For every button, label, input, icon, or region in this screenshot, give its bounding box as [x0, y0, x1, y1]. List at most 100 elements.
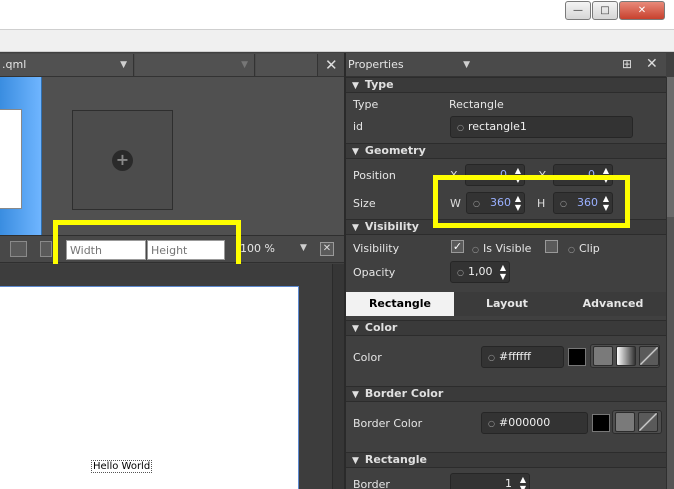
form-editor-canvas[interactable]: Hello World [0, 264, 344, 489]
chevron-down-icon[interactable]: ▼ [300, 243, 307, 253]
add-item-box[interactable]: + [72, 110, 173, 210]
opacity-label: Opacity [353, 266, 396, 279]
gradient-button[interactable] [616, 346, 636, 366]
section-rectangle[interactable]: ▼ Rectangle [346, 452, 666, 468]
close-panel-icon[interactable]: ✕ [646, 56, 658, 72]
snapping-icon[interactable] [10, 241, 27, 257]
clip-label: Clip [578, 242, 600, 255]
properties-title: Properties [348, 58, 404, 71]
clip-checkbox[interactable] [545, 240, 558, 253]
tab-layout[interactable]: Layout [454, 292, 560, 316]
section-title: Border Color [364, 387, 444, 400]
binding-dot-icon: ○ [488, 419, 495, 428]
spin-arrows-icon[interactable]: ▲ ▼ [520, 475, 526, 489]
section-title: Rectangle [364, 453, 427, 466]
is-visible-option[interactable]: ○ Is Visible [472, 242, 531, 255]
color-value: #ffffff [498, 350, 531, 363]
properties-combo[interactable]: Properties ▼ [346, 54, 476, 76]
document-bar: .qml ▼ ▼ ✕ [0, 53, 344, 77]
type-value: Rectangle [449, 98, 504, 111]
section-border-color[interactable]: ▼ Border Color [346, 386, 666, 402]
section-type[interactable]: ▼ Type [346, 77, 666, 93]
collapse-triangle-icon: ▼ [352, 147, 359, 157]
border-color-value: #000000 [498, 416, 551, 429]
type-label: Type [353, 98, 379, 111]
opacity-spinbox[interactable]: ○ 1,00 ▲ ▼ [450, 261, 510, 283]
binding-dot-icon: ○ [472, 245, 479, 254]
menubar [0, 30, 674, 52]
border-value: 1 [505, 477, 512, 489]
maximize-button[interactable]: □ [592, 1, 618, 20]
binding-dot-icon: ○ [457, 268, 464, 277]
zoom-level[interactable]: 100 % [240, 242, 275, 255]
collapse-triangle-icon: ▼ [352, 223, 359, 233]
close-document-icon[interactable]: ✕ [325, 56, 338, 74]
size-label: Size [353, 197, 376, 210]
minimize-button[interactable]: — [565, 1, 591, 20]
section-title: Type [364, 78, 394, 91]
symbol-combo[interactable]: ▼ [135, 54, 255, 76]
empty-combo [256, 54, 318, 76]
plus-icon[interactable]: + [112, 150, 133, 171]
file-combo-label: .qml [2, 58, 27, 71]
id-label: id [353, 120, 364, 133]
border-color-mode-buttons [612, 410, 662, 434]
is-visible-label: Is Visible [482, 242, 532, 255]
properties-header: Properties ▼ ⊞ ✕ [346, 53, 666, 77]
binding-dot-icon: ○ [488, 353, 495, 362]
border-color-field[interactable]: ○ #000000 [481, 412, 588, 434]
selected-item-thumbnail[interactable] [0, 77, 42, 235]
chevron-down-icon: ▼ [241, 60, 248, 70]
solid-color-button[interactable] [593, 346, 613, 366]
properties-scrollbar[interactable] [666, 77, 674, 489]
tab-rectangle[interactable]: Rectangle [346, 292, 454, 316]
window-titlebar: — □ ✕ [0, 0, 674, 30]
tab-advanced[interactable]: Advanced [560, 292, 666, 316]
item-library-area: + [0, 77, 344, 235]
visibility-label: Visibility [353, 242, 400, 255]
properties-tabs: Rectangle Layout Advanced [346, 292, 666, 316]
is-visible-checkbox[interactable]: ✓ [451, 240, 464, 253]
no-color-button[interactable] [639, 346, 659, 366]
chevron-down-icon: ▼ [120, 60, 127, 70]
color-mode-buttons [590, 344, 660, 368]
solid-color-button[interactable] [615, 412, 635, 432]
close-window-button[interactable]: ✕ [619, 1, 665, 20]
chevron-down-icon: ▼ [463, 60, 470, 70]
border-spinbox[interactable]: 1 ▲ ▼ [450, 473, 530, 489]
border-label: Border [353, 478, 390, 489]
id-value: rectangle1 [467, 120, 527, 133]
collapse-triangle-icon: ▼ [352, 390, 359, 400]
color-field[interactable]: ○ #ffffff [481, 346, 564, 368]
spin-arrows-icon[interactable]: ▲ ▼ [500, 263, 506, 281]
binding-dot-icon: ○ [568, 245, 575, 254]
id-field[interactable]: ○ rectangle1 [450, 116, 633, 138]
collapse-triangle-icon: ▼ [352, 324, 359, 334]
border-color-swatch[interactable] [592, 414, 610, 432]
close-icon[interactable]: ✕ [320, 242, 334, 256]
color-icon[interactable] [40, 241, 52, 257]
scrollbar-thumb[interactable] [667, 77, 674, 217]
collapse-triangle-icon: ▼ [352, 456, 359, 466]
item-preview [0, 109, 22, 209]
canvas-scrollbar[interactable] [332, 264, 344, 489]
size-fields-highlight [433, 175, 630, 228]
collapse-triangle-icon: ▼ [352, 81, 359, 91]
panel-splitter[interactable] [344, 53, 346, 489]
position-label: Position [353, 169, 396, 182]
section-color[interactable]: ▼ Color [346, 320, 666, 336]
border-color-label: Border Color [353, 417, 423, 430]
binding-dot-icon: ○ [457, 123, 464, 132]
section-title: Color [364, 321, 398, 334]
no-color-button[interactable] [638, 412, 658, 432]
root-rectangle[interactable]: Hello World [0, 286, 299, 489]
section-geometry[interactable]: ▼ Geometry [346, 143, 666, 159]
color-swatch[interactable] [568, 348, 586, 366]
hello-world-text[interactable]: Hello World [91, 460, 153, 473]
clip-option[interactable]: ○ Clip [568, 242, 600, 255]
section-title: Visibility [364, 220, 419, 233]
file-combo[interactable]: .qml ▼ [0, 54, 134, 76]
opacity-value: 1,00 [467, 265, 493, 278]
section-title: Geometry [364, 144, 426, 157]
float-panel-icon[interactable]: ⊞ [622, 57, 632, 71]
